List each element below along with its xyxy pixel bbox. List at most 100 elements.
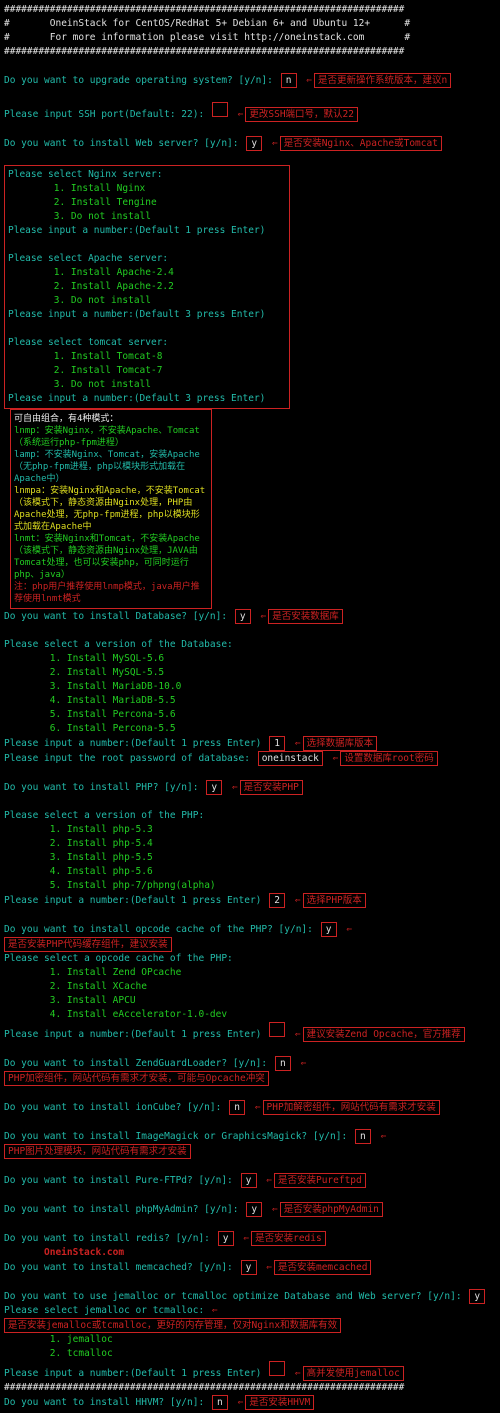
ann-dbpw: 设置数据库root密码	[340, 751, 437, 766]
q-redis: Do you want to install redis? [y/n]: y ⇐…	[4, 1231, 496, 1246]
terminal-output: ########################################…	[0, 0, 500, 1413]
ann-db: 是否安装数据库	[268, 609, 343, 624]
ann-ssh: 更改SSH端口号，默认22	[245, 107, 358, 122]
img-input[interactable]: n	[355, 1129, 371, 1144]
jem-opt: 2. tcmalloc	[4, 1347, 496, 1361]
op-opt: 4. Install eAccelerator-1.0-dev	[4, 1008, 496, 1022]
hhvm-input[interactable]: n	[212, 1395, 228, 1410]
ann-jemin: 高并发使用jemalloc	[303, 1366, 404, 1381]
ann-opcache: 是否安装PHP代码缓存组件，建议安装	[4, 937, 172, 952]
q-hhvm: Do you want to install HHVM? [y/n]: n ⇐是…	[4, 1395, 496, 1410]
ann-php: 是否安装PHP	[240, 780, 303, 795]
q-zgl: Do you want to install ZendGuardLoader? …	[4, 1056, 496, 1086]
nginx-opt: 1. Install Nginx	[8, 182, 286, 196]
tomcat-input-prompt: Please input a number:(Default 3 press E…	[8, 392, 286, 406]
nginx-input-prompt: Please input a number:(Default 1 press E…	[8, 224, 286, 238]
header-1: # OneinStack for CentOS/RedHat 5+ Debian…	[4, 17, 496, 31]
php-opt: 3. Install php-5.5	[4, 851, 496, 865]
phpver-input[interactable]: 2	[269, 893, 285, 908]
apache-opt: 1. Install Apache-2.4	[8, 266, 286, 280]
jemsel-header: Please select jemalloc or tcmalloc:	[4, 1304, 204, 1318]
opsel-header: Please select a opcode cache of the PHP:	[4, 952, 496, 966]
dbver-input-line: Please input a number:(Default 1 press E…	[4, 736, 496, 751]
db-opt: 5. Install Percona-5.6	[4, 708, 496, 722]
jemin-input[interactable]	[269, 1361, 285, 1376]
apache-header: Please select Apache server:	[8, 252, 286, 266]
php-opt: 1. Install php-5.3	[4, 823, 496, 837]
sidebar-notes: 可自由组合，有4种模式： lnmp：安装Nginx，不安装Apache、Tomc…	[10, 409, 212, 609]
ann-pma: 是否安装phpMyAdmin	[280, 1202, 383, 1217]
db-opt: 1. Install MySQL-5.6	[4, 652, 496, 666]
ann-web: 是否安装Nginx、Apache或Tomcat	[280, 136, 442, 151]
q-ftp: Do you want to install Pure-FTPd? [y/n]:…	[4, 1173, 496, 1188]
ann-ion: PHP加解密组件，网站代码有需求才安装	[263, 1100, 440, 1115]
q-jem: Do you want to use jemalloc or tcmalloc …	[4, 1289, 496, 1304]
jem-opt: 1. jemalloc	[4, 1333, 496, 1347]
tomcat-header: Please select tomcat server:	[8, 336, 286, 350]
ann-memc: 是否安装memcached	[274, 1260, 371, 1275]
db-opt: 3. Install MariaDB-10.0	[4, 680, 496, 694]
apache-opt: 3. Do not install	[8, 294, 286, 308]
q-memc: Do you want to install memcached? [y/n]:…	[4, 1260, 496, 1275]
memc-input[interactable]: y	[241, 1260, 257, 1275]
upgrade-input[interactable]: n	[281, 73, 297, 88]
q-ssh: Please input SSH port(Default: 22): ⇐更改S…	[4, 102, 496, 122]
pma-input[interactable]: y	[246, 1202, 262, 1217]
phpver-header: Please select a version of the PHP:	[4, 809, 496, 823]
q-db: Do you want to install Database? [y/n]: …	[4, 609, 496, 624]
zgl-input[interactable]: n	[275, 1056, 291, 1071]
ion-input[interactable]: n	[229, 1100, 245, 1115]
ann-hhvm: 是否安装HHVM	[245, 1395, 314, 1410]
db-opt: 2. Install MySQL-5.5	[4, 666, 496, 680]
ssh-input[interactable]	[212, 102, 228, 117]
jem-input-line: Please input a number:(Default 1 press E…	[4, 1361, 496, 1381]
border-bot: ########################################…	[4, 45, 496, 59]
nginx-header: Please select Nginx server:	[8, 168, 286, 182]
ann-zgl: PHP加密组件，网站代码有需求才安装，可能与Opcache冲突	[4, 1071, 269, 1086]
dbpw-line: Please input the root password of databa…	[4, 751, 496, 766]
php-input[interactable]: y	[206, 780, 222, 795]
opsel-input[interactable]	[269, 1022, 285, 1037]
opsel-input-line: Please input a number:(Default 1 press E…	[4, 1022, 496, 1042]
jem-input[interactable]: y	[469, 1289, 485, 1304]
ann-phpver: 选择PHP版本	[303, 893, 366, 908]
watermark-url: OneinStack.com	[44, 1246, 496, 1260]
ann-img: PHP图片处理模块，网站代码有需求才安装	[4, 1144, 191, 1159]
border-top: ########################################…	[4, 3, 496, 17]
opcache-input[interactable]: y	[321, 922, 337, 937]
apache-input-prompt: Please input a number:(Default 3 press E…	[8, 308, 286, 322]
q-php: Do you want to install PHP? [y/n]: y ⇐是否…	[4, 780, 496, 795]
q-img: Do you want to install ImageMagick or Gr…	[4, 1129, 496, 1159]
dbpw-input[interactable]: oneinstack	[258, 751, 323, 766]
border-sep: ########################################…	[4, 1381, 496, 1395]
q-web: Do you want to install Web server? [y/n]…	[4, 136, 496, 151]
apache-opt: 2. Install Apache-2.2	[8, 280, 286, 294]
q-ion: Do you want to install ionCube? [y/n]: n…	[4, 1100, 496, 1115]
q-opcache: Do you want to install opcode cache of t…	[4, 922, 496, 952]
redis-input[interactable]: y	[218, 1231, 234, 1246]
dbver-header: Please select a version of the Database:	[4, 638, 496, 652]
tomcat-opt: 1. Install Tomcat-8	[8, 350, 286, 364]
op-opt: 3. Install APCU	[4, 994, 496, 1008]
db-opt: 4. Install MariaDB-5.5	[4, 694, 496, 708]
q-pma: Do you want to install phpMyAdmin? [y/n]…	[4, 1202, 496, 1217]
php-opt: 5. Install php-7/phpng(alpha)	[4, 879, 496, 893]
ann-jem: 是否安装jemalloc或tcmalloc，更好的内存管理，仅对Nginx和数据…	[4, 1318, 341, 1333]
ftp-input[interactable]: y	[241, 1173, 257, 1188]
ann-ftp: 是否安装Pureftpd	[274, 1173, 366, 1188]
tomcat-opt: 2. Install Tomcat-7	[8, 364, 286, 378]
nginx-opt: 3. Do not install	[8, 210, 286, 224]
web-select-group: Please select Nginx server: 1. Install N…	[4, 165, 290, 409]
phpver-input-line: Please input a number:(Default 1 press E…	[4, 893, 496, 908]
op-opt: 1. Install Zend OPcache	[4, 966, 496, 980]
dbver-input[interactable]: 1	[269, 736, 285, 751]
header-2: # For more information please visit http…	[4, 31, 496, 45]
ann-redis: 是否安装redis	[251, 1231, 326, 1246]
web-input[interactable]: y	[246, 136, 262, 151]
php-opt: 2. Install php-5.4	[4, 837, 496, 851]
ann-upgrade: 是否更新操作系统版本，建议n	[314, 73, 451, 88]
db-input[interactable]: y	[235, 609, 251, 624]
db-opt: 6. Install Percona-5.5	[4, 722, 496, 736]
php-opt: 4. Install php-5.6	[4, 865, 496, 879]
op-opt: 2. Install XCache	[4, 980, 496, 994]
